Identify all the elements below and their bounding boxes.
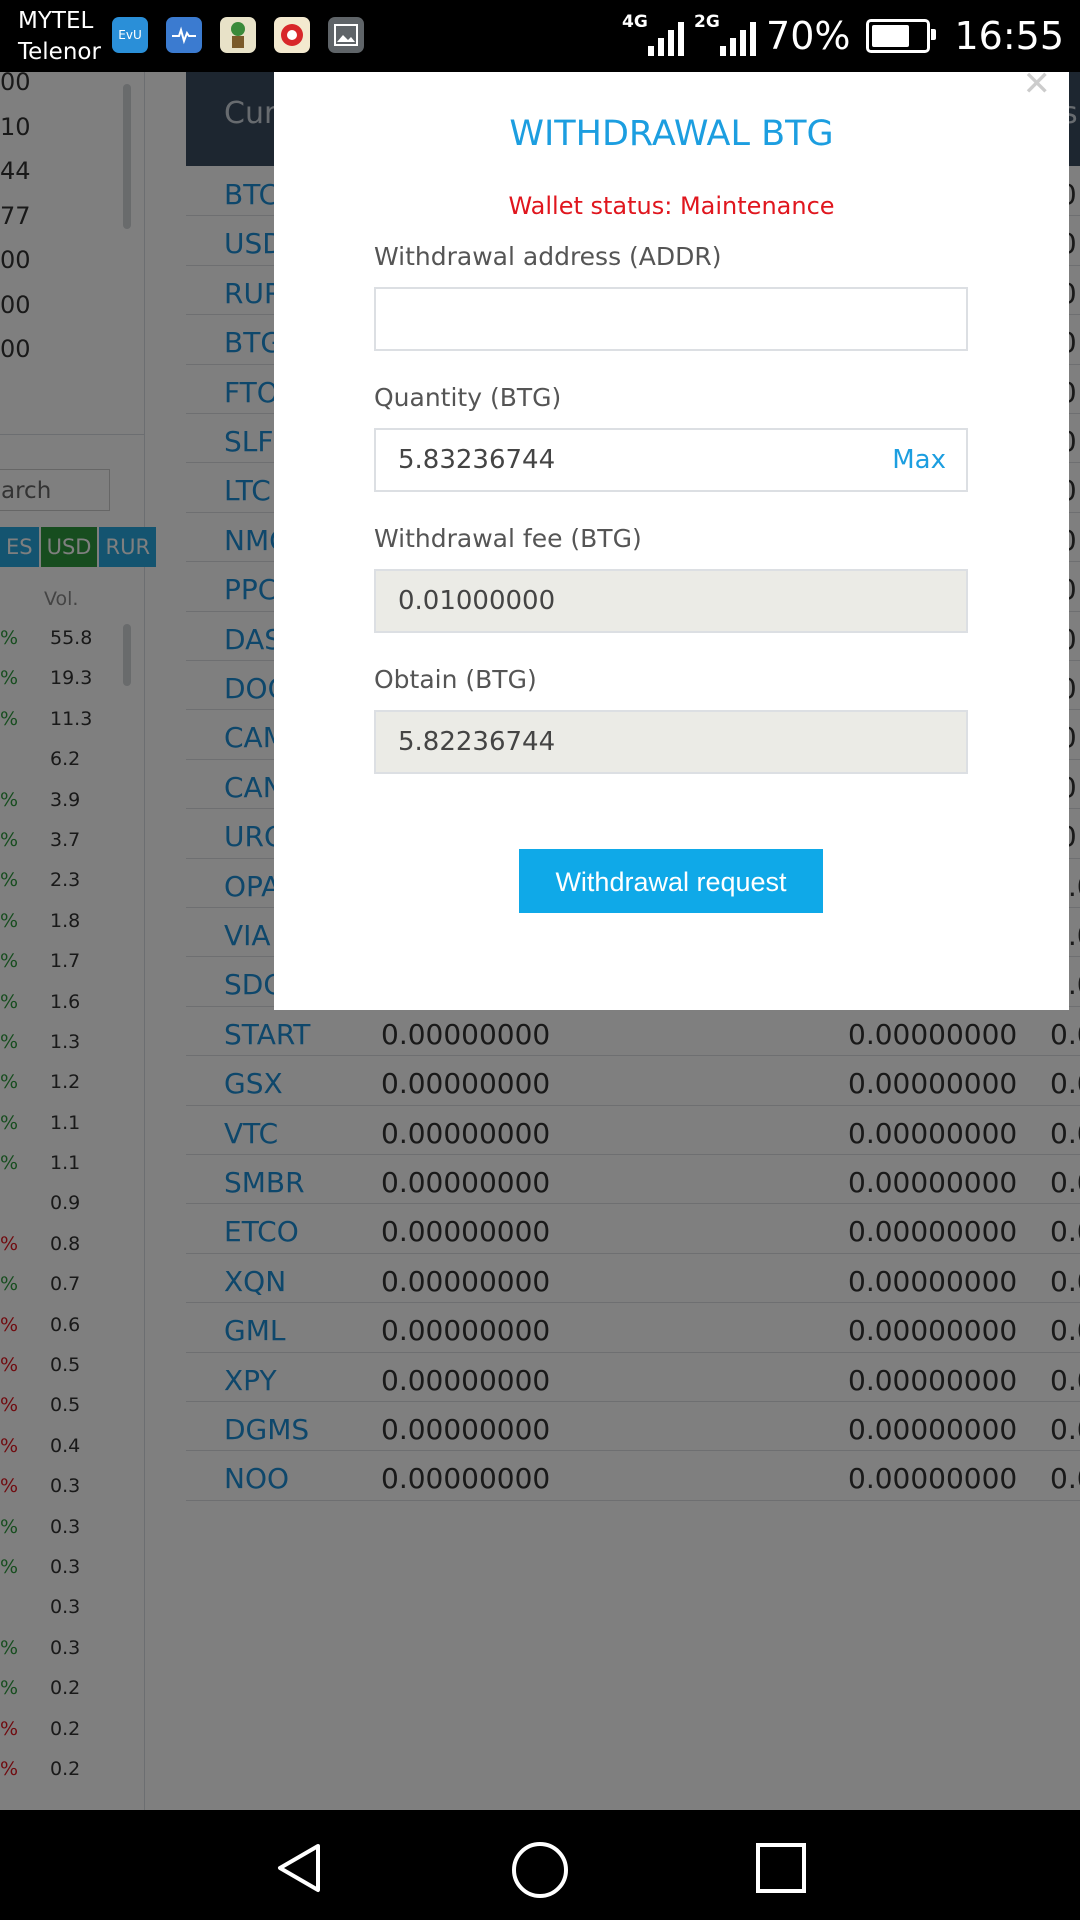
recents-icon[interactable] xyxy=(753,1840,809,1896)
signal-4g-icon: 4G xyxy=(622,12,685,60)
carrier-name: MYTEL Telenor xyxy=(18,6,101,68)
quantity-label: Quantity (BTG) xyxy=(374,383,562,412)
navigation-bar xyxy=(0,1810,1080,1920)
evernote-like-icon: EvU xyxy=(112,17,148,53)
quantity-input[interactable]: 5.83236744 Max xyxy=(374,428,968,492)
withdrawal-fee-field: 0.01000000 xyxy=(374,569,968,633)
wallet-status: Wallet status: Maintenance xyxy=(508,192,835,220)
obtain-field: 5.82236744 xyxy=(374,710,968,774)
battery-percent: 70% xyxy=(766,14,851,58)
signal-2g-icon: 2G xyxy=(694,12,757,60)
gallery-icon xyxy=(328,17,364,53)
notification-icons: EvU xyxy=(112,17,364,53)
status-bar: MYTEL Telenor EvU 4G 2G 70% 16:55 xyxy=(0,0,1080,72)
home-icon[interactable] xyxy=(510,1840,570,1900)
max-button[interactable]: Max xyxy=(892,445,946,475)
vpn-icon xyxy=(274,17,310,53)
clock: 16:55 xyxy=(954,14,1064,58)
battery-icon xyxy=(866,19,937,53)
fee-label: Withdrawal fee (BTG) xyxy=(374,524,642,553)
game-character-icon xyxy=(220,17,256,53)
health-icon xyxy=(166,17,202,53)
modal-title: WITHDRAWAL BTG xyxy=(509,114,834,154)
carrier-line1: MYTEL xyxy=(18,8,94,34)
carrier-line2: Telenor xyxy=(18,39,101,65)
withdrawal-request-button[interactable]: Withdrawal request xyxy=(519,849,823,913)
withdrawal-modal: ✕ WITHDRAWAL BTG Wallet status: Maintena… xyxy=(274,64,1069,1010)
back-icon[interactable] xyxy=(272,1840,328,1896)
obtain-label: Obtain (BTG) xyxy=(374,665,537,694)
fee-value: 0.01000000 xyxy=(398,586,556,616)
status-right: 4G 2G 70% 16:55 xyxy=(622,0,1064,72)
address-label: Withdrawal address (ADDR) xyxy=(374,242,722,271)
withdrawal-address-input[interactable] xyxy=(374,287,968,351)
obtain-value: 5.82236744 xyxy=(398,727,556,757)
quantity-value: 5.83236744 xyxy=(398,445,556,475)
